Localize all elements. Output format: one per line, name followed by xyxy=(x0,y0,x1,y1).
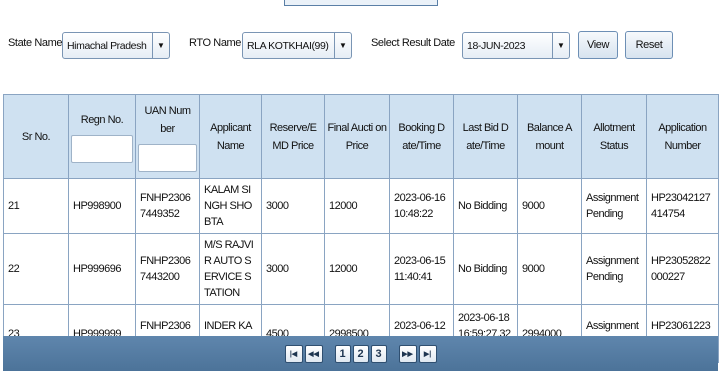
cell-regn-no: HP998900 xyxy=(68,178,136,234)
cell-booking-time: 2023-06-16 10:48:22 xyxy=(389,178,454,234)
header-application-number: Application Number xyxy=(646,94,719,179)
state-select[interactable]: Himachal Pradesh ▼ xyxy=(62,32,170,59)
cell-final-price: 12000 xyxy=(324,233,390,305)
rto-select-value: RLA KOTKHAI(99) xyxy=(247,39,329,52)
cell-sr-no: 22 xyxy=(3,233,69,305)
cell-uan-number: FNHP23067449352 xyxy=(135,178,200,234)
header-allotment-status: Allotment Status xyxy=(581,94,647,179)
result-date-select[interactable]: 18-JUN-2023 ▼ xyxy=(462,32,570,59)
header-label: UAN Num ber xyxy=(144,104,191,135)
rto-label: RTO Name: xyxy=(189,37,244,49)
header-last-bid: Last Bid D ate/Time xyxy=(453,94,518,179)
top-tab-bar xyxy=(284,0,438,6)
first-page-icon[interactable]: |◀ xyxy=(284,344,303,363)
cell-application-number: HP23052822000227 xyxy=(646,233,719,305)
cell-balance: 9000 xyxy=(517,233,582,305)
cell-final-price: 12000 xyxy=(324,178,390,234)
cell-applicant-name: KALAM SINGH SHOBTA xyxy=(199,178,262,234)
header-label: Last Bid D ate/Time xyxy=(462,121,509,152)
rto-select[interactable]: RLA KOTKHAI(99) ▼ xyxy=(242,32,352,59)
header-balance: Balance A mount xyxy=(517,94,582,179)
uan-number-filter-input[interactable] xyxy=(138,143,197,172)
cell-uan-number: FNHP23067443200 xyxy=(135,233,200,305)
prev-page-icon[interactable]: ◀◀ xyxy=(304,344,323,363)
chevron-down-icon[interactable]: ▼ xyxy=(152,33,169,58)
cell-last-bid: No Bidding xyxy=(453,178,518,234)
chevron-down-icon[interactable]: ▼ xyxy=(334,33,351,58)
header-label: Reserve/E MD Price xyxy=(269,121,317,152)
header-sr-no: Sr No. xyxy=(3,94,69,179)
header-label: Booking D ate/Time xyxy=(398,121,445,152)
result-date-value: 18-JUN-2023 xyxy=(467,39,526,52)
last-page-icon[interactable]: ▶| xyxy=(418,344,437,363)
state-label: State Name: xyxy=(8,37,65,49)
header-booking-time: Booking D ate/Time xyxy=(389,94,454,179)
regn-no-filter-input[interactable] xyxy=(71,134,133,163)
reset-button[interactable]: Reset xyxy=(625,31,673,59)
state-select-value: Himachal Pradesh xyxy=(67,39,147,52)
auction-results-table: Sr No. Regn No. UAN Num ber Applicant Na… xyxy=(3,94,719,363)
chevron-down-icon[interactable]: ▼ xyxy=(552,33,569,58)
view-button[interactable]: View xyxy=(578,31,618,59)
header-reserve-price: Reserve/E MD Price xyxy=(261,94,325,179)
header-label: Applicant Name xyxy=(210,121,251,152)
cell-allotment-status: Assignment Pending xyxy=(581,178,647,234)
header-label: Final Aucti on Price xyxy=(327,121,387,152)
header-final-price: Final Aucti on Price xyxy=(324,94,390,179)
cell-sr-no: 21 xyxy=(3,178,69,234)
cell-balance: 9000 xyxy=(517,178,582,234)
table-row: 21 HP998900 FNHP23067449352 KALAM SINGH … xyxy=(3,178,719,234)
cell-application-number: HP23042127414754 xyxy=(646,178,719,234)
header-uan-number: UAN Num ber xyxy=(135,94,200,179)
cell-reserve-price: 3000 xyxy=(261,233,325,305)
page-button-1[interactable]: 1 xyxy=(334,344,351,363)
cell-booking-time: 2023-06-15 11:40:41 xyxy=(389,233,454,305)
header-applicant-name: Applicant Name xyxy=(199,94,262,179)
date-label: Select Result Date xyxy=(371,37,455,49)
cell-regn-no: HP999696 xyxy=(68,233,136,305)
header-label: Allotment Status xyxy=(593,121,635,152)
page-button-2[interactable]: 2 xyxy=(352,344,369,363)
cell-applicant-name: M/S RAJVIR AUTO SERVICE STATION xyxy=(199,233,262,305)
header-label: Balance A mount xyxy=(526,121,573,152)
page-button-3[interactable]: 3 xyxy=(370,344,387,363)
header-regn-no: Regn No. xyxy=(68,94,136,179)
header-label: Regn No. xyxy=(80,113,124,126)
cell-allotment-status: Assignment Pending xyxy=(581,233,647,305)
header-label: Application Number xyxy=(658,121,707,152)
table-header-row: Sr No. Regn No. UAN Num ber Applicant Na… xyxy=(3,94,719,179)
cell-last-bid: No Bidding xyxy=(453,233,518,305)
pagination-bar: |◀ ◀◀ 1 2 3 ▶▶ ▶| xyxy=(3,336,718,371)
next-page-icon[interactable]: ▶▶ xyxy=(398,344,417,363)
table-row: 22 HP999696 FNHP23067443200 M/S RAJVIR A… xyxy=(3,233,719,305)
filter-bar: State Name: Himachal Pradesh ▼ RTO Name:… xyxy=(0,26,720,70)
header-label: Sr No. xyxy=(21,130,51,143)
cell-reserve-price: 3000 xyxy=(261,178,325,234)
